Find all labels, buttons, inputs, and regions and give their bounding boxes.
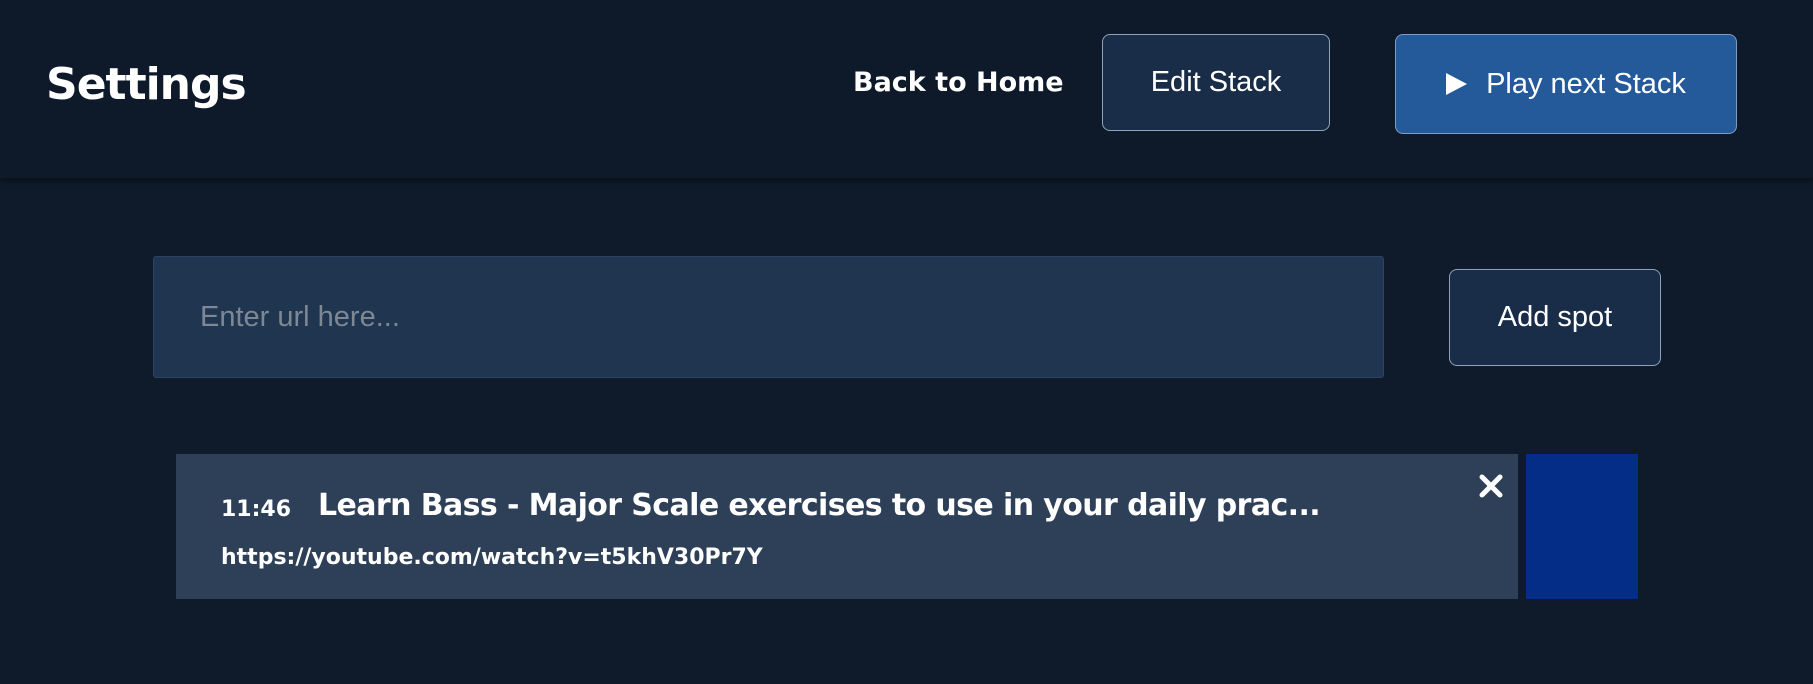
- spot-title: Learn Bass - Major Scale exercises to us…: [318, 488, 1321, 523]
- spot-card[interactable]: 11:46 Learn Bass - Major Scale exercises…: [176, 454, 1518, 599]
- edit-stack-button[interactable]: Edit Stack: [1102, 34, 1330, 131]
- play-next-stack-label: Play next Stack: [1486, 67, 1686, 100]
- top-header: Settings Back to Home Edit Stack Play ne…: [0, 0, 1813, 178]
- page-title: Settings: [46, 59, 247, 110]
- edit-stack-label: Edit Stack: [1150, 66, 1282, 98]
- spot-url: https://youtube.com/watch?v=t5khV30Pr7Y: [221, 545, 763, 570]
- add-spot-button[interactable]: Add spot: [1449, 269, 1661, 366]
- back-to-home-link[interactable]: Back to Home: [853, 66, 1064, 100]
- add-spot-label: Add spot: [1497, 301, 1613, 333]
- spot-color-swatch[interactable]: [1526, 454, 1638, 599]
- close-icon[interactable]: [1476, 471, 1506, 501]
- url-input[interactable]: [153, 256, 1384, 378]
- play-icon: [1446, 73, 1468, 95]
- play-next-stack-button[interactable]: Play next Stack: [1395, 34, 1737, 134]
- spot-time: 11:46: [221, 497, 292, 522]
